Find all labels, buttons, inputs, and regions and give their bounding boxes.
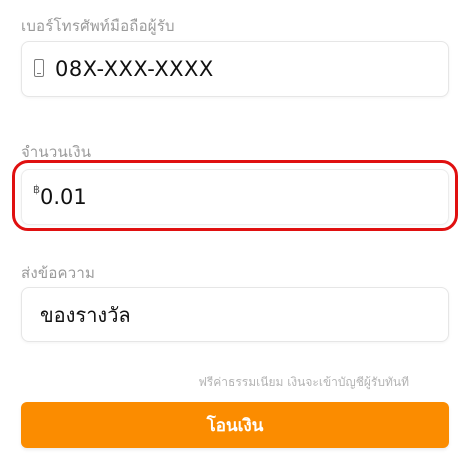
amount-label: จำนวนเงิน bbox=[21, 143, 92, 161]
fee-note: ฟรีค่าธรรมเนียม เงินจะเข้าบัญชีผู้รับทัน… bbox=[198, 375, 409, 389]
amount-value: 0.01 bbox=[40, 185, 87, 209]
message-label: ส่งข้อความ bbox=[21, 264, 96, 282]
recipient-phone-value: 08X-XXX-XXXX bbox=[55, 57, 214, 81]
transfer-form: เบอร์โทรศัพท์มือถือผู้รับ 08X-XXX-XXXX จ… bbox=[0, 0, 470, 463]
recipient-phone-label: เบอร์โทรศัพท์มือถือผู้รับ bbox=[21, 17, 175, 35]
baht-icon: ฿ bbox=[33, 183, 40, 196]
message-field[interactable]: ของรางวัล bbox=[21, 287, 449, 342]
amount-field[interactable]: ฿ 0.01 bbox=[21, 169, 449, 225]
mobile-phone-icon bbox=[34, 59, 44, 77]
recipient-phone-field[interactable]: 08X-XXX-XXXX bbox=[21, 41, 449, 97]
message-value: ของรางวัล bbox=[40, 302, 131, 327]
transfer-button[interactable]: โอนเงิน bbox=[21, 402, 449, 448]
